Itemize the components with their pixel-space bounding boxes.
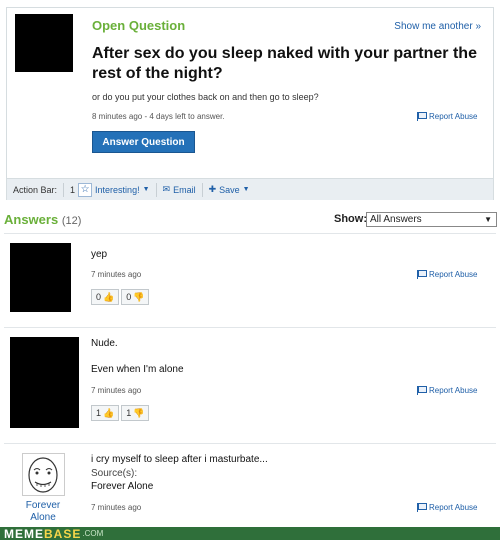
thumbs-up-icon: 👍 — [103, 407, 115, 418]
flag-icon — [417, 270, 427, 279]
answers-heading: Answers (12) — [4, 212, 81, 227]
chevron-down-icon: ▼ — [142, 186, 150, 193]
interesting-count: 1 — [70, 184, 76, 195]
answer-text: Nude. — [91, 338, 118, 349]
thumbs-up-button[interactable]: 1 👍 — [91, 405, 120, 421]
forever-alone-avatar[interactable] — [22, 453, 65, 496]
question-panel: Open Question Show me another » After se… — [6, 7, 494, 200]
watermark-brand-b: BASE — [44, 526, 82, 540]
show-label: Show: — [334, 213, 367, 225]
thumbs-up-icon: 👍 — [103, 291, 115, 302]
action-bar-label: Action Bar: — [7, 182, 65, 197]
answerer-name-link[interactable]: Forever Alone — [14, 500, 72, 524]
divider — [4, 233, 496, 234]
question-detail: or do you put your clothes back on and t… — [92, 92, 319, 102]
asker-avatar[interactable] — [15, 14, 73, 72]
watermark-logo: MEMEBASE — [4, 527, 81, 540]
forever-alone-face-icon — [28, 457, 58, 493]
email-button[interactable]: ✉ Email — [157, 184, 202, 195]
watermark-brand-a: MEME — [4, 526, 44, 540]
answerer-avatar[interactable] — [10, 243, 71, 312]
answers-count: (12) — [61, 215, 82, 227]
report-label: Report Abuse — [429, 112, 478, 121]
report-label: Report Abuse — [429, 503, 478, 512]
question-title: After sex do you sleep naked with your p… — [92, 45, 477, 82]
action-bar: Action Bar: 1 ☆ Interesting! ▼ ✉ Email ✚… — [7, 178, 493, 200]
answers-title: Answers — [4, 212, 59, 227]
show-another-link[interactable]: Show me another » — [394, 21, 481, 32]
interesting-label: Interesting! — [95, 184, 140, 195]
envelope-icon: ✉ — [162, 184, 171, 194]
flag-icon — [417, 386, 427, 395]
plus-icon: ✚ — [208, 184, 217, 194]
answer-question-button[interactable]: Answer Question — [92, 131, 195, 153]
thumbs-down-count: 0 — [126, 292, 132, 302]
divider — [4, 443, 496, 444]
report-abuse-link[interactable]: Report Abuse — [417, 386, 477, 395]
report-label: Report Abuse — [429, 386, 478, 395]
show-filter-select[interactable]: All Answers ▼ — [366, 212, 497, 227]
flag-icon — [417, 503, 427, 512]
show-filter-value: All Answers — [370, 214, 422, 225]
source-value: Forever Alone — [91, 481, 154, 492]
source-label: Source(s): — [91, 468, 138, 479]
star-icon[interactable]: ☆ — [78, 182, 93, 197]
answer-text-line2: Even when I'm alone — [91, 364, 184, 375]
memebase-watermark: MEMEBASE .COM — [0, 527, 500, 540]
thumbs-up-count: 1 — [96, 408, 102, 418]
interesting-button[interactable]: Interesting! ▼ — [95, 185, 155, 195]
thumbs-down-button[interactable]: 0 👎 — [121, 289, 150, 305]
thumbs-down-count: 1 — [126, 408, 132, 418]
vote-buttons: 1 👍 1 👎 — [91, 405, 150, 421]
answer-text: i cry myself to sleep after i masturbate… — [91, 454, 268, 465]
report-abuse-link[interactable]: Report Abuse — [417, 270, 477, 279]
answer-time: 7 minutes ago — [91, 503, 142, 512]
question-meta: 8 minutes ago - 4 days left to answer. — [92, 112, 225, 121]
question-status: Open Question — [92, 18, 186, 33]
thumbs-down-icon: 👎 — [133, 291, 145, 302]
answer-time: 7 minutes ago — [91, 386, 142, 395]
thumbs-down-button[interactable]: 1 👎 — [121, 405, 150, 421]
answerer-avatar[interactable] — [10, 337, 79, 428]
save-label: Save — [219, 184, 240, 195]
report-abuse-link[interactable]: Report Abuse — [417, 503, 477, 512]
answer-time: 7 minutes ago — [91, 270, 142, 279]
thumbs-down-icon: 👎 — [133, 407, 145, 418]
vote-buttons: 0 👍 0 👎 — [91, 289, 150, 305]
watermark-tld: .COM — [82, 529, 104, 538]
save-button[interactable]: ✚ Save ▼ — [203, 184, 256, 195]
chevron-down-icon: ▼ — [484, 215, 492, 224]
report-abuse-link[interactable]: Report Abuse — [417, 112, 477, 121]
flag-icon — [417, 112, 427, 121]
divider — [4, 327, 496, 328]
chevron-down-icon: ▼ — [242, 186, 250, 193]
thumbs-up-button[interactable]: 0 👍 — [91, 289, 120, 305]
thumbs-up-count: 0 — [96, 292, 102, 302]
email-label: Email — [173, 184, 196, 195]
answer-text: yep — [91, 249, 108, 260]
report-label: Report Abuse — [429, 270, 478, 279]
